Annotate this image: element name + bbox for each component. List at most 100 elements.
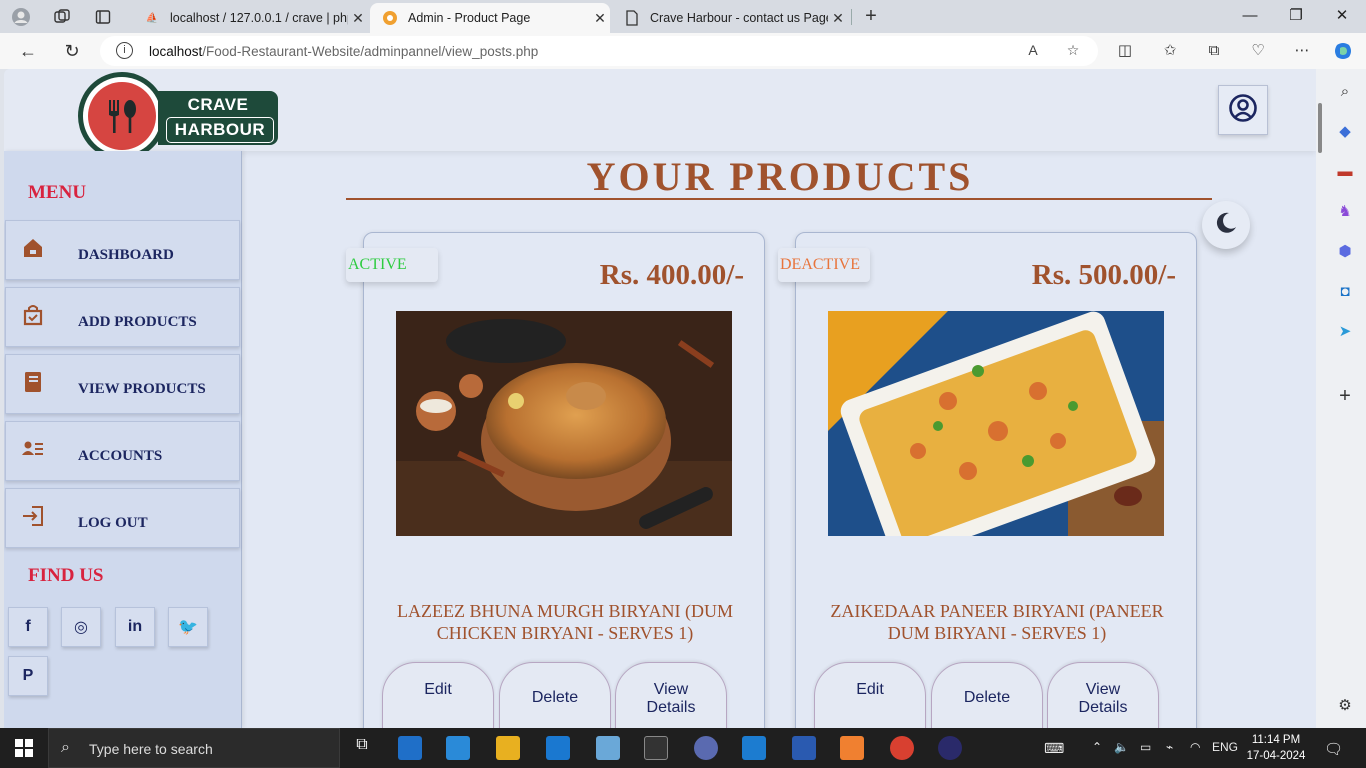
sidebar-item-view-products[interactable]: VIEW PRODUCTS bbox=[5, 354, 240, 414]
delete-button[interactable]: Delete bbox=[931, 662, 1043, 728]
back-icon[interactable]: ← bbox=[16, 39, 40, 63]
network-icon[interactable]: ⌁ bbox=[1166, 740, 1173, 754]
pinterest-icon[interactable]: P bbox=[8, 656, 48, 696]
sidebar-item-accounts[interactable]: ACCOUNTS bbox=[5, 421, 240, 481]
volume-icon[interactable]: 🔈 bbox=[1114, 740, 1129, 754]
edge-app-icon[interactable] bbox=[398, 736, 422, 760]
tab-phpmyadmin[interactable]: ⛵ localhost / 127.0.0.1 / crave | php ✕ bbox=[132, 3, 368, 33]
keyboard-icon[interactable]: ⌨ bbox=[1044, 740, 1064, 757]
product-image-chicken-biryani bbox=[396, 311, 732, 536]
browser-essentials-icon[interactable]: ♡ bbox=[1248, 41, 1268, 61]
mail-app-icon[interactable] bbox=[546, 736, 570, 760]
view-details-button[interactable]: View Details bbox=[1047, 662, 1159, 728]
product-image-paneer-biryani bbox=[828, 311, 1164, 536]
settings-gear-icon[interactable]: ⚙ bbox=[1334, 695, 1356, 717]
notifications-icon[interactable]: 🗨 bbox=[1324, 740, 1343, 758]
page-scrollbar[interactable] bbox=[1316, 69, 1324, 728]
new-tab-icon[interactable]: + bbox=[860, 5, 882, 27]
view-details-line2: Details bbox=[646, 699, 696, 716]
shopping-tag-icon[interactable]: ◆ bbox=[1334, 121, 1356, 143]
title-divider bbox=[346, 198, 1212, 200]
scroll-thumb[interactable] bbox=[1318, 103, 1322, 153]
wifi-icon[interactable]: ◠ bbox=[1190, 740, 1200, 754]
show-hidden-icons-icon[interactable]: ⌃ bbox=[1092, 740, 1102, 754]
search-icon: ⌕ bbox=[61, 739, 70, 756]
sidebar-item-add-products[interactable]: ADD PRODUCTS bbox=[5, 287, 240, 347]
product-card: DEACTIVE Rs. 500.00/- ZAIKEDAAR PANEER B… bbox=[778, 232, 1197, 728]
close-window-icon[interactable]: ✕ bbox=[1322, 4, 1362, 28]
sidebar-item-logout[interactable]: LOG OUT bbox=[5, 488, 240, 548]
chrome-app-icon[interactable] bbox=[890, 736, 914, 760]
logo-line1: CRAVE bbox=[187, 95, 249, 114]
delete-button[interactable]: Delete bbox=[499, 662, 611, 728]
moon-icon bbox=[1214, 211, 1238, 240]
view-details-line2: Details bbox=[1078, 699, 1128, 716]
terminal-app-icon[interactable] bbox=[644, 736, 668, 760]
clock-date: 17-04-2024 bbox=[1246, 750, 1306, 762]
notepad-app-icon[interactable] bbox=[596, 736, 620, 760]
battery-icon[interactable]: ▭ bbox=[1140, 740, 1151, 754]
m365-icon[interactable]: ⬢ bbox=[1334, 241, 1356, 263]
close-icon[interactable]: ✕ bbox=[590, 10, 610, 27]
tools-icon[interactable]: ▬ bbox=[1334, 161, 1356, 183]
edit-button[interactable]: Edit bbox=[814, 662, 926, 728]
r-app-icon[interactable] bbox=[694, 736, 718, 760]
dark-mode-toggle[interactable] bbox=[1202, 201, 1250, 249]
phpmyadmin-icon: ⛵ bbox=[145, 12, 159, 24]
games-icon[interactable]: ♞ bbox=[1334, 201, 1356, 223]
favorite-star-icon[interactable]: ☆ bbox=[1064, 42, 1082, 60]
url-field[interactable]: i localhost/Food-Restaurant-Website/admi… bbox=[100, 36, 1098, 66]
edge-sidebar: ⌕ ◆ ▬ ♞ ⬢ ◘ ➤ + ⚙ bbox=[1324, 69, 1366, 728]
product-name: ZAIKEDAAR PANEER BIRYANI (PANEER DUM BIR… bbox=[830, 601, 1164, 643]
xampp-app-icon[interactable] bbox=[840, 736, 864, 760]
page-title: YOUR PRODUCTS bbox=[586, 154, 974, 199]
profile-icon[interactable] bbox=[10, 6, 32, 28]
eclipse-app-icon[interactable] bbox=[938, 736, 962, 760]
favorites-icon[interactable]: ✩ bbox=[1160, 41, 1180, 61]
copilot-icon[interactable] bbox=[1333, 41, 1353, 61]
split-screen-icon[interactable]: ◫ bbox=[1115, 41, 1135, 61]
vscode-app-icon[interactable] bbox=[742, 736, 766, 760]
instagram-icon[interactable]: ◎ bbox=[61, 607, 101, 647]
linkedin-icon[interactable]: in bbox=[115, 607, 155, 647]
user-profile-button[interactable] bbox=[1218, 85, 1268, 135]
more-menu-icon[interactable]: ⋯ bbox=[1292, 41, 1312, 61]
close-icon[interactable]: ✕ bbox=[348, 10, 368, 27]
workspaces-icon[interactable] bbox=[51, 6, 73, 28]
facebook-icon[interactable]: f bbox=[8, 607, 48, 647]
tab-title: Admin - Product Page bbox=[408, 11, 531, 25]
twitter-icon[interactable]: 🐦 bbox=[168, 607, 208, 647]
tab-actions-icon[interactable] bbox=[92, 6, 114, 28]
logo-line2: HARBOUR bbox=[166, 117, 274, 143]
word-app-icon[interactable] bbox=[792, 736, 816, 760]
fork-spoon-icon bbox=[88, 82, 156, 150]
language-indicator[interactable]: ENG bbox=[1212, 740, 1238, 754]
search-icon[interactable]: ⌕ bbox=[1334, 81, 1356, 103]
windows-start-icon[interactable] bbox=[15, 739, 33, 757]
clock-time: 11:14 PM bbox=[1251, 734, 1301, 746]
file-explorer-icon[interactable] bbox=[496, 736, 520, 760]
restore-icon[interactable]: ❐ bbox=[1276, 4, 1316, 28]
system-clock[interactable]: 11:14 PM 17-04-2024 bbox=[1244, 732, 1308, 764]
tab-admin-product-page[interactable]: Admin - Product Page ✕ bbox=[370, 3, 610, 33]
outlook-icon[interactable]: ◘ bbox=[1334, 281, 1356, 303]
telegram-icon[interactable]: ➤ bbox=[1334, 321, 1356, 343]
read-aloud-icon[interactable]: A bbox=[1024, 42, 1042, 60]
edit-button[interactable]: Edit bbox=[382, 662, 494, 728]
store-app-icon[interactable] bbox=[446, 736, 470, 760]
refresh-icon[interactable]: ↻ bbox=[60, 39, 84, 63]
sidebar-item-dashboard[interactable]: DASHBOARD bbox=[5, 220, 240, 280]
tab-title: Crave Harbour - contact us Page bbox=[650, 11, 828, 25]
url-text[interactable]: localhost/Food-Restaurant-Website/adminp… bbox=[149, 44, 538, 59]
close-icon[interactable]: ✕ bbox=[828, 10, 848, 27]
crave-harbour-logo[interactable]: CRAVE HARBOUR bbox=[78, 72, 282, 162]
info-icon[interactable]: i bbox=[116, 42, 133, 59]
collections-icon[interactable]: ⧉ bbox=[1204, 41, 1224, 61]
task-view-icon[interactable]: ⧉ bbox=[350, 736, 374, 760]
tab-contact-page[interactable]: Crave Harbour - contact us Page ✕ bbox=[612, 3, 848, 33]
taskbar-search-box[interactable]: ⌕ Type here to search bbox=[48, 728, 340, 768]
view-details-button[interactable]: View Details bbox=[615, 662, 727, 728]
windows-taskbar: ⌕ Type here to search ⧉ ⌨ ⌃ 🔈 ▭ ⌁ ◠ ENG … bbox=[0, 728, 1366, 768]
minimize-icon[interactable]: — bbox=[1230, 4, 1270, 28]
add-icon[interactable]: + bbox=[1334, 385, 1356, 407]
